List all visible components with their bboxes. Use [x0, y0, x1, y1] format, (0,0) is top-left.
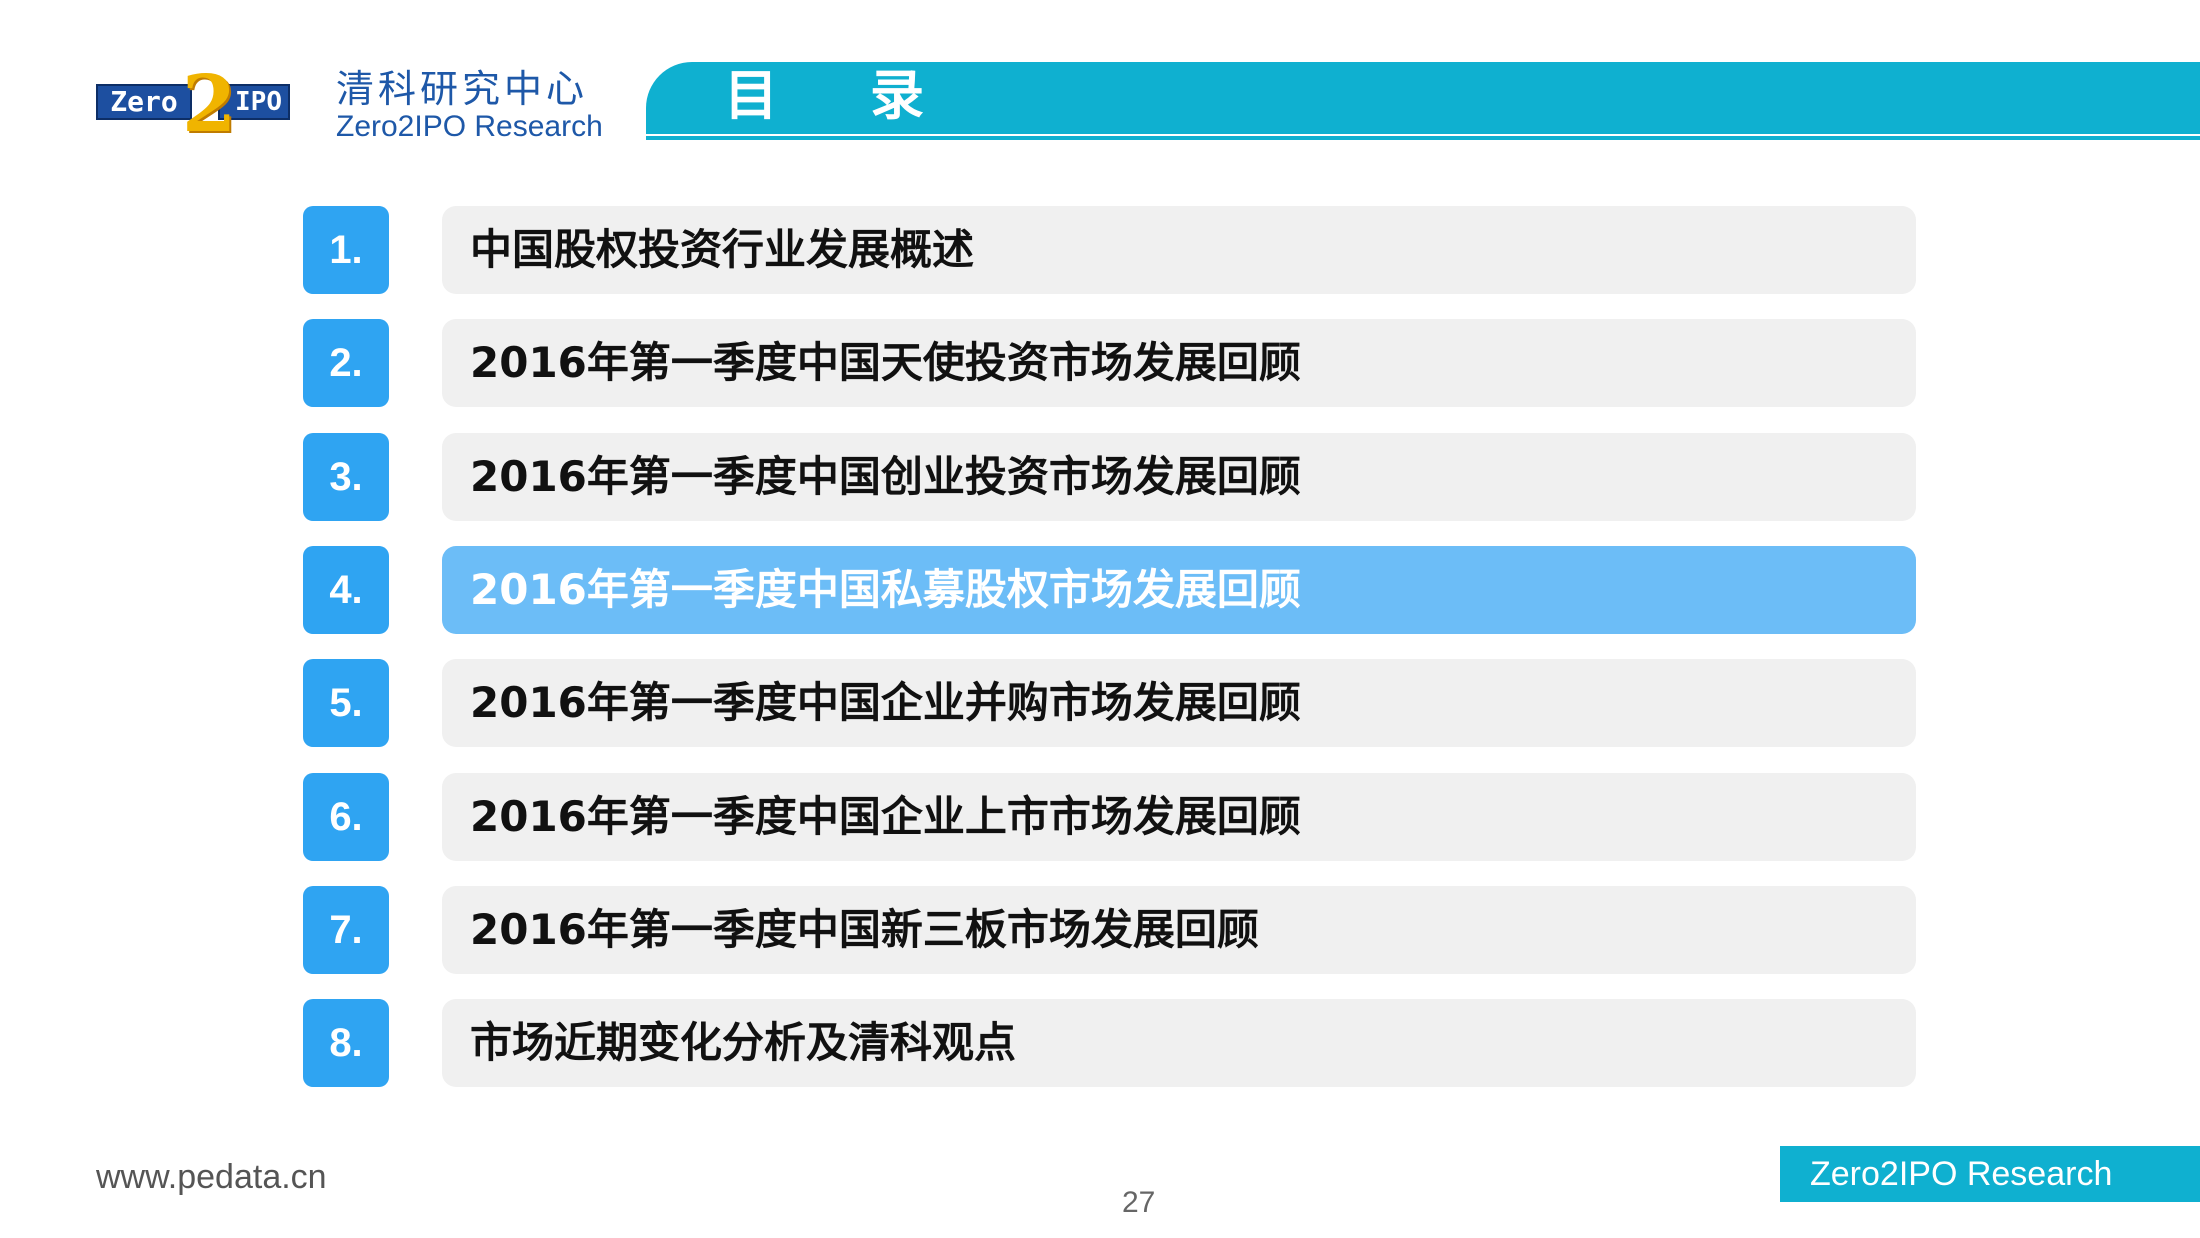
toc-bar-active[interactable]: 2016年第一季度中国私募股权市场发展回顾	[442, 546, 1916, 634]
title-underline	[646, 136, 2200, 140]
footer-brand: Zero2IPO Research	[1780, 1146, 2200, 1202]
toc-bar[interactable]: 市场近期变化分析及清科观点	[442, 999, 1916, 1087]
brand-name-en: Zero2IPO Research	[336, 110, 603, 143]
toc-bar[interactable]: 2016年第一季度中国新三板市场发展回顾	[442, 886, 1916, 974]
toc-item-2[interactable]: 2. 2016年第一季度中国天使投资市场发展回顾	[0, 319, 2200, 409]
toc-label: 2016年第一季度中国企业上市市场发展回顾	[470, 792, 1301, 841]
toc-item-4[interactable]: 4. 2016年第一季度中国私募股权市场发展回顾	[0, 546, 2200, 636]
toc-number: 7.	[303, 886, 389, 974]
toc-item-3[interactable]: 3. 2016年第一季度中国创业投资市场发展回顾	[0, 433, 2200, 523]
toc-item-6[interactable]: 6. 2016年第一季度中国企业上市市场发展回顾	[0, 773, 2200, 863]
toc-number: 4.	[303, 546, 389, 634]
toc-bar[interactable]: 2016年第一季度中国创业投资市场发展回顾	[442, 433, 1916, 521]
toc-label: 2016年第一季度中国企业并购市场发展回顾	[470, 678, 1301, 727]
toc-label: 2016年第一季度中国新三板市场发展回顾	[470, 905, 1259, 954]
brand-name-cn: 清科研究中心	[336, 67, 589, 111]
toc-bar[interactable]: 中国股权投资行业发展概述	[442, 206, 1916, 294]
toc-bar[interactable]: 2016年第一季度中国企业上市市场发展回顾	[442, 773, 1916, 861]
page-title: 目录	[724, 64, 1016, 127]
toc-bar[interactable]: 2016年第一季度中国企业并购市场发展回顾	[442, 659, 1916, 747]
toc-number: 1.	[303, 206, 389, 294]
toc-label: 2016年第一季度中国私募股权市场发展回顾	[470, 565, 1301, 614]
zero2ipo-logo: Zero IPO 2	[96, 66, 290, 144]
toc-item-1[interactable]: 1. 中国股权投资行业发展概述	[0, 206, 2200, 296]
toc-item-5[interactable]: 5. 2016年第一季度中国企业并购市场发展回顾	[0, 659, 2200, 749]
toc-number: 8.	[303, 999, 389, 1087]
toc-number: 2.	[303, 319, 389, 407]
toc-label: 2016年第一季度中国天使投资市场发展回顾	[470, 338, 1301, 387]
toc-bar[interactable]: 2016年第一季度中国天使投资市场发展回顾	[442, 319, 1916, 407]
page-number: 27	[1122, 1186, 1156, 1219]
toc-label: 2016年第一季度中国创业投资市场发展回顾	[470, 452, 1301, 501]
logo-zero-text: Zero	[96, 84, 192, 120]
toc-item-8[interactable]: 8. 市场近期变化分析及清科观点	[0, 999, 2200, 1089]
logo-2-glyph: 2	[182, 59, 237, 150]
toc-item-7[interactable]: 7. 2016年第一季度中国新三板市场发展回顾	[0, 886, 2200, 976]
toc-label: 市场近期变化分析及清科观点	[470, 1018, 1017, 1067]
toc-number: 3.	[303, 433, 389, 521]
website-link[interactable]: www.pedata.cn	[96, 1158, 327, 1197]
toc-label: 中国股权投资行业发展概述	[470, 225, 975, 274]
toc-number: 6.	[303, 773, 389, 861]
toc-number: 5.	[303, 659, 389, 747]
